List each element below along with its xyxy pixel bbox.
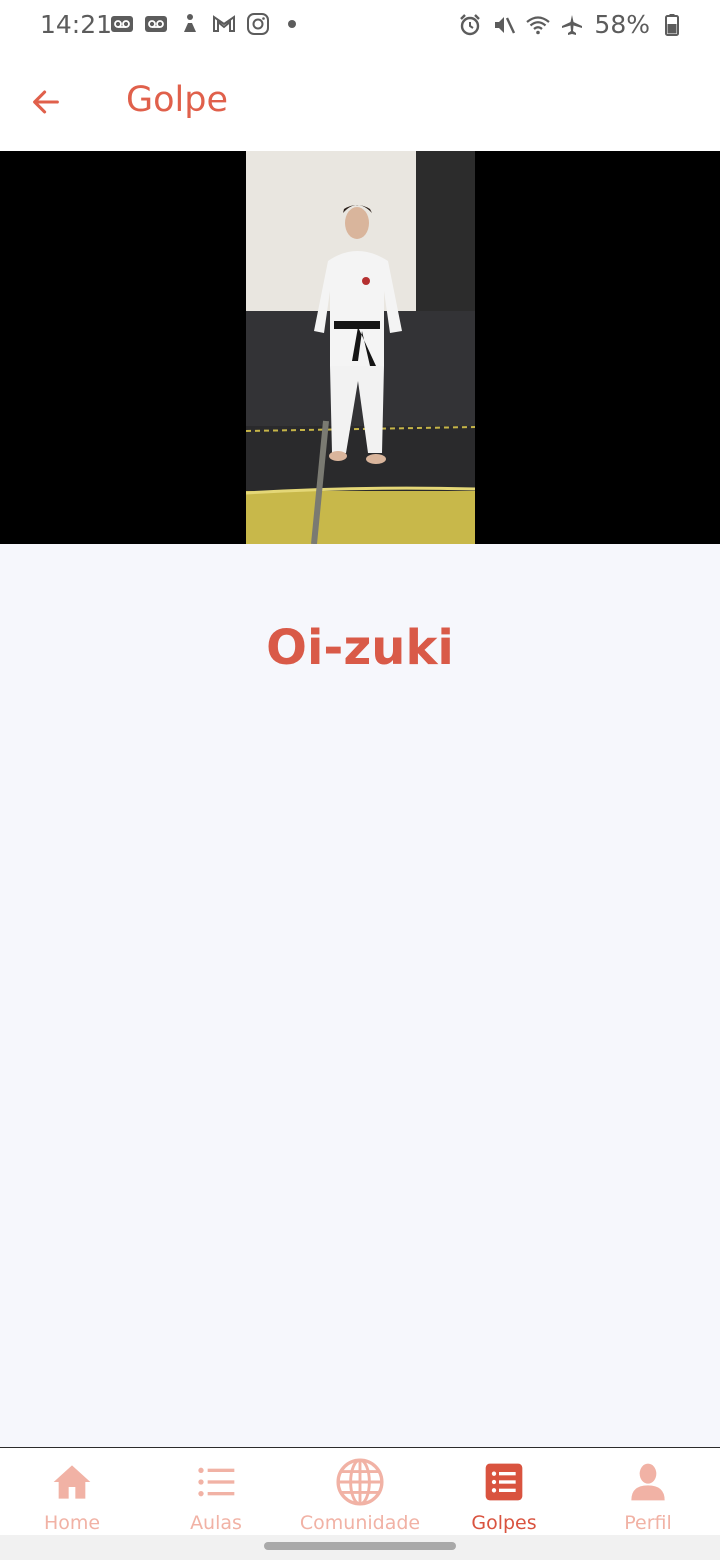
- nav-aulas[interactable]: Aulas: [144, 1448, 288, 1535]
- mute-icon: [495, 16, 516, 34]
- arrow-left-icon: [33, 90, 59, 114]
- nav-golpes-label: Golpes: [471, 1512, 537, 1534]
- globe-icon: [334, 1456, 386, 1508]
- voicemail-icon: [145, 16, 167, 32]
- wifi-icon: [526, 15, 551, 34]
- app-bar: Golpe: [0, 52, 720, 151]
- page-title: Golpe: [126, 80, 229, 120]
- gmail-icon: [213, 15, 235, 32]
- nav-perfil[interactable]: Perfil: [576, 1448, 720, 1535]
- video-player[interactable]: [0, 151, 720, 544]
- nav-golpes[interactable]: Golpes: [432, 1448, 576, 1535]
- airplane-icon: [562, 14, 583, 35]
- notification-icons: [110, 12, 304, 36]
- voicemail-icon: [111, 16, 133, 32]
- person-icon: [622, 1456, 674, 1508]
- home-icon: [46, 1456, 98, 1508]
- bottom-navigation: Home Aulas Comunidade Golpes Perfil: [0, 1447, 720, 1535]
- battery-icon: [665, 13, 679, 36]
- instagram-icon: [247, 13, 269, 35]
- system-icons: 58%: [458, 10, 684, 39]
- nav-home-label: Home: [43, 1512, 101, 1534]
- nav-comunidade[interactable]: Comunidade: [288, 1448, 432, 1535]
- dot-icon: [288, 20, 296, 28]
- nav-aulas-label: Aulas: [190, 1512, 242, 1534]
- technique-title: Oi-zuki: [266, 620, 454, 676]
- back-button[interactable]: [26, 82, 66, 122]
- list-box-icon: [478, 1456, 530, 1508]
- fitness-icon: [184, 14, 196, 32]
- status-bar: 14:21 58%: [0, 0, 720, 52]
- gesture-bar: [0, 1535, 720, 1560]
- status-time: 14:21: [40, 10, 113, 39]
- nav-home[interactable]: Home: [0, 1448, 144, 1535]
- alarm-icon: [460, 13, 481, 35]
- karate-athlete-image: [246, 151, 475, 544]
- home-gesture-handle[interactable]: [264, 1542, 456, 1550]
- video-frame: [246, 151, 475, 544]
- nav-comunidade-label: Comunidade: [299, 1512, 421, 1534]
- list-icon: [190, 1456, 242, 1508]
- nav-perfil-label: Perfil: [624, 1512, 672, 1534]
- battery-percent: 58%: [594, 10, 650, 39]
